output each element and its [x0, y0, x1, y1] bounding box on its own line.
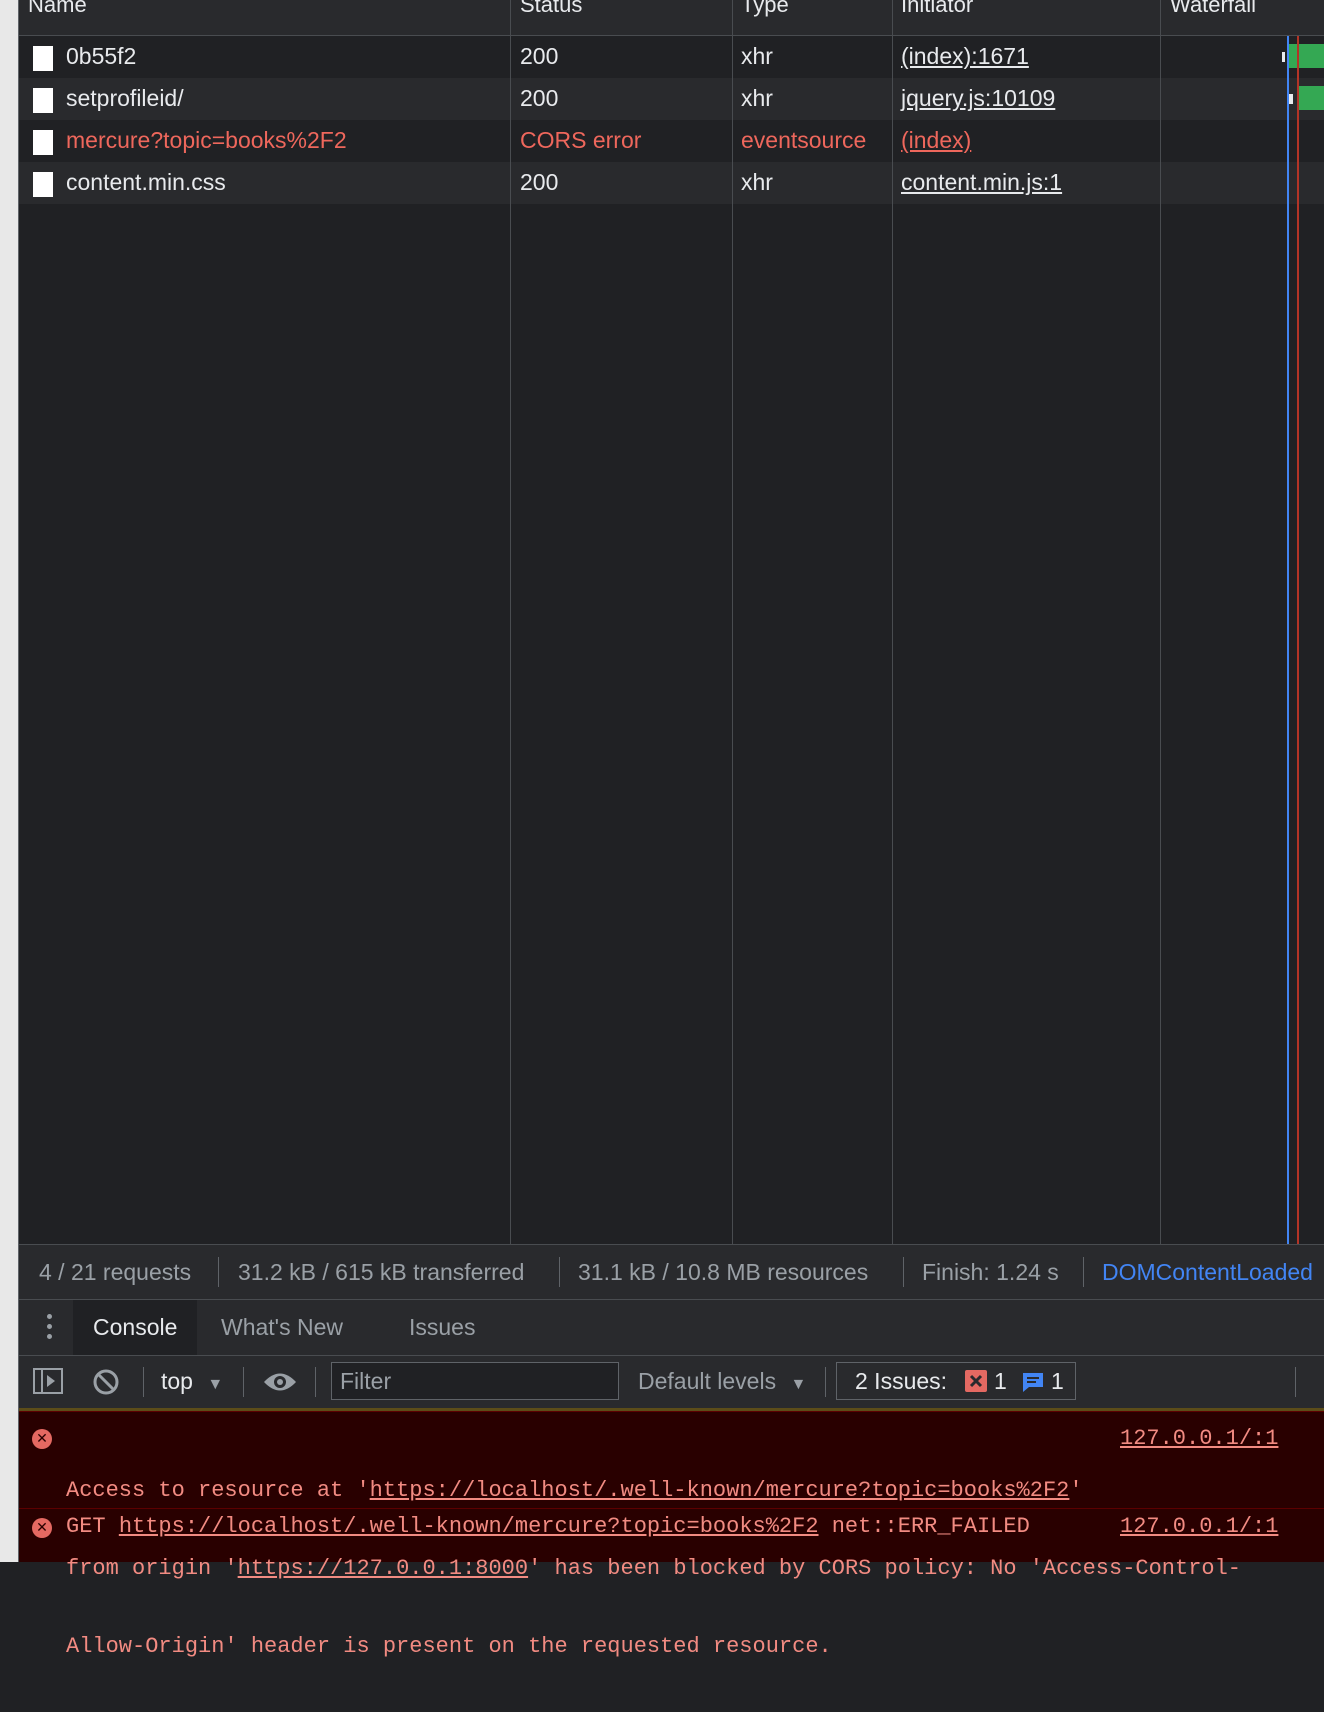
tab-whats-new[interactable]: What's New [221, 1300, 343, 1355]
tab-console[interactable]: Console [73, 1300, 198, 1355]
log-levels-dropdown[interactable]: Default levels ▼ [638, 1368, 806, 1395]
waterfall-bar [1297, 86, 1324, 110]
console-filter-input[interactable] [331, 1362, 619, 1400]
message-line: Allow-Origin' header is present on the r… [66, 1634, 832, 1659]
context-selector-value: top [161, 1368, 193, 1394]
column-divider[interactable] [892, 0, 893, 1244]
divider [1295, 1367, 1296, 1397]
divider [1083, 1257, 1084, 1287]
clear-console-icon[interactable] [92, 1368, 122, 1404]
message-text: net::ERR_FAILED [818, 1514, 1030, 1539]
document-icon [33, 130, 53, 155]
load-event-line [1297, 36, 1299, 1244]
console-toolbar: top ▼ Default levels ▼ 2 Issues: 1 1 [19, 1356, 1324, 1411]
table-header: Name Status Type Initiator Waterfall [19, 0, 1324, 36]
left-edge-strip [0, 0, 19, 1562]
document-icon [33, 172, 53, 197]
origin-url-link[interactable]: https://127.0.0.1:8000 [238, 1556, 528, 1581]
console-message-text: Access to resource at 'https://localhost… [66, 1426, 1241, 1712]
divider [243, 1367, 244, 1397]
issues-label: 2 Issues: [855, 1368, 948, 1394]
dropdown-arrow-icon: ▼ [790, 1376, 807, 1393]
waterfall-marker [1282, 52, 1285, 62]
tab-issues[interactable]: Issues [409, 1300, 475, 1355]
dropdown-arrow-icon: ▼ [207, 1376, 224, 1393]
message-text: ' [1069, 1478, 1083, 1503]
request-initiator-link[interactable]: jquery.js:10109 [901, 85, 1055, 112]
resource-url-link[interactable]: https://localhost/.well-known/mercure?to… [370, 1478, 1070, 1503]
request-type: eventsource [741, 127, 867, 153]
domcontentloaded-line [1287, 36, 1289, 1244]
waterfall-bar [1288, 44, 1324, 68]
column-divider[interactable] [1160, 0, 1161, 1244]
request-name: mercure?topic=books%2F2 [66, 127, 347, 153]
request-status: CORS error [520, 127, 642, 153]
info-issue-count: 1 [1051, 1368, 1064, 1394]
message-text: ' has been blocked by CORS policy: No 'A… [528, 1556, 1242, 1581]
request-name: setprofileid/ [66, 85, 184, 111]
request-initiator-link[interactable]: content.min.js:1 [901, 169, 1062, 196]
summary-domcontentloaded: DOMContentLoaded [1102, 1259, 1313, 1285]
divider [218, 1257, 219, 1287]
message-line: Access to resource at 'https://localhost… [66, 1478, 1241, 1504]
summary-transferred: 31.2 kB / 615 kB transferred [238, 1259, 525, 1285]
request-type: xhr [741, 169, 773, 195]
request-status: 200 [520, 169, 559, 195]
table-row[interactable]: 0b55f2 200 xhr (index):1671 [19, 36, 1324, 78]
console-message-text: GET https://localhost/.well-known/mercur… [66, 1514, 1030, 1540]
divider [559, 1257, 560, 1287]
divider [143, 1367, 144, 1397]
request-status: 200 [520, 85, 559, 111]
more-options-icon[interactable] [47, 1314, 53, 1344]
log-levels-label: Default levels [638, 1368, 777, 1394]
error-icon: ✕ [32, 1429, 52, 1449]
summary-finish: Finish: 1.24 s [922, 1259, 1059, 1285]
column-header-status[interactable]: Status [520, 0, 582, 18]
eye-icon[interactable] [262, 1369, 298, 1401]
table-row[interactable]: content.min.css 200 xhr content.min.js:1 [19, 162, 1324, 204]
info-issue-icon [1021, 1371, 1045, 1399]
sidebar-toggle-icon[interactable] [33, 1368, 65, 1402]
request-name: content.min.css [66, 169, 226, 195]
divider [315, 1367, 316, 1397]
request-url-link[interactable]: https://localhost/.well-known/mercure?to… [119, 1514, 819, 1539]
column-header-waterfall[interactable]: Waterfall [1170, 0, 1256, 18]
message-source-link[interactable]: 127.0.0.1/:1 [1120, 1514, 1278, 1539]
message-text: Access to resource at ' [66, 1478, 370, 1503]
issues-counter-button[interactable]: 2 Issues: 1 1 [836, 1362, 1076, 1400]
context-selector[interactable]: top ▼ [161, 1368, 223, 1395]
message-text: GET [66, 1514, 119, 1539]
column-divider[interactable] [732, 0, 733, 1244]
document-icon [33, 46, 53, 71]
network-request-table: Name Status Type Initiator Waterfall 0b5… [19, 0, 1324, 1244]
document-icon [33, 88, 53, 113]
console-error-message: ✕ GET https://localhost/.well-known/merc… [19, 1508, 1324, 1547]
table-row[interactable]: setprofileid/ 200 xhr jquery.js:10109 [19, 78, 1324, 120]
message-text: from origin ' [66, 1556, 238, 1581]
console-messages: ✕ Access to resource at 'https://localho… [19, 1411, 1324, 1659]
message-source-link[interactable]: 127.0.0.1/:1 [1120, 1426, 1278, 1451]
request-status: 200 [520, 43, 559, 69]
request-type: xhr [741, 43, 773, 69]
drawer-tab-bar: Console What's New Issues [19, 1300, 1324, 1356]
column-header-name[interactable]: Name [28, 0, 87, 18]
divider [825, 1367, 826, 1397]
message-line: from origin 'https://127.0.0.1:8000' has… [66, 1556, 1241, 1582]
request-name: 0b55f2 [66, 43, 137, 69]
column-divider[interactable] [510, 0, 511, 1244]
request-type: xhr [741, 85, 773, 111]
error-issue-count: 1 [994, 1368, 1007, 1394]
network-summary-bar: 4 / 21 requests 31.2 kB / 615 kB transfe… [19, 1244, 1324, 1300]
summary-requests: 4 / 21 requests [39, 1259, 192, 1285]
error-icon: ✕ [32, 1518, 52, 1538]
request-initiator-link[interactable]: (index):1671 [901, 43, 1029, 70]
summary-resources: 31.1 kB / 10.8 MB resources [578, 1259, 869, 1285]
error-issue-icon [965, 1370, 987, 1398]
divider [903, 1257, 904, 1287]
console-error-message: ✕ Access to resource at 'https://localho… [19, 1411, 1324, 1659]
request-initiator-link[interactable]: (index) [901, 127, 971, 154]
column-header-initiator[interactable]: Initiator [901, 0, 973, 18]
column-header-type[interactable]: Type [741, 0, 789, 18]
table-row[interactable]: mercure?topic=books%2F2 CORS error event… [19, 120, 1324, 162]
